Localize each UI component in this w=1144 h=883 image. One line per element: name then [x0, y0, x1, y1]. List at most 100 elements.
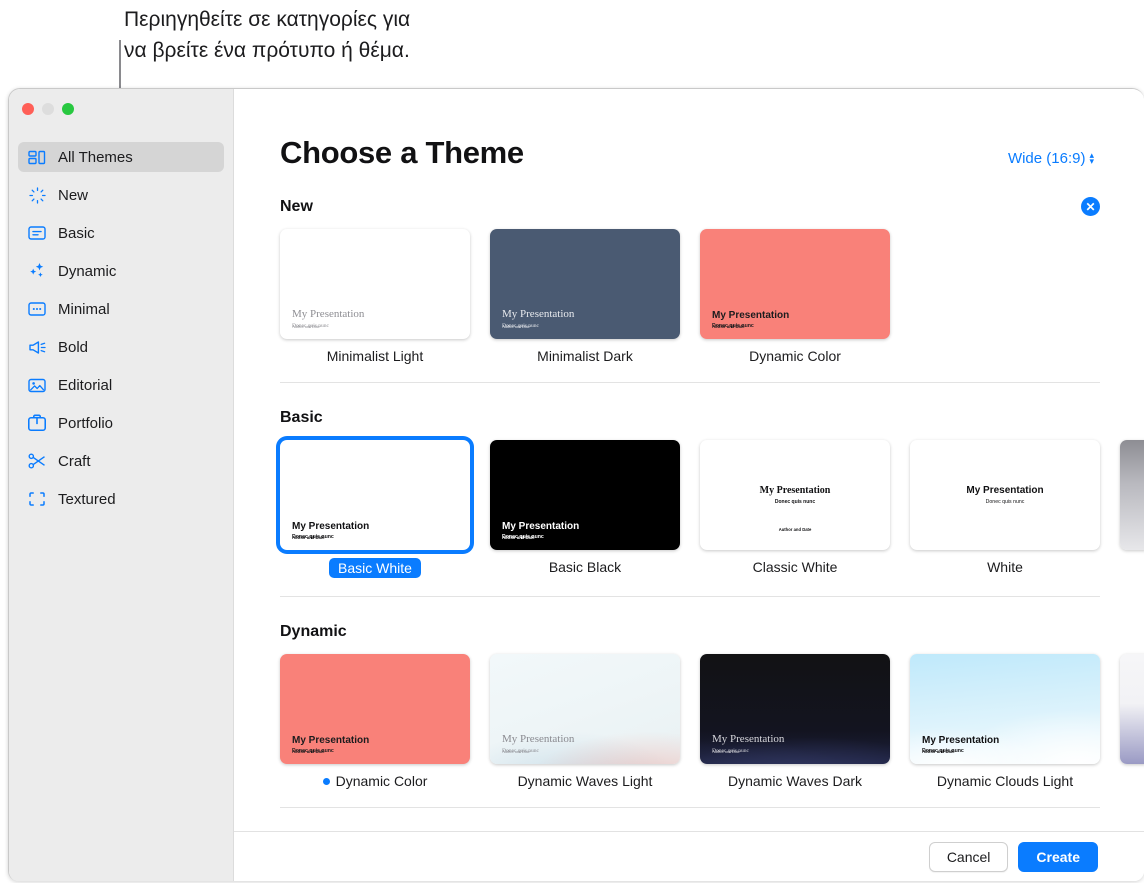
scissors-icon: [27, 451, 47, 471]
basic-card-icon: [27, 223, 47, 243]
theme-label: White: [987, 559, 1023, 575]
theme-row: My Presentation Donec quis nunc Author a…: [280, 229, 1144, 364]
theme-row: My Presentation Donec quis nunc Author a…: [280, 440, 1144, 578]
theme-thumbnail[interactable]: My Presentation Donec quis nunc Author a…: [280, 229, 470, 339]
slide-title: My Presentation: [502, 308, 575, 321]
close-circle-icon[interactable]: ✕: [1081, 197, 1100, 216]
theme-thumbnail[interactable]: My Presentation Donec quis nunc Author a…: [700, 229, 890, 339]
slide-title: My Presentation: [712, 309, 790, 321]
theme-cell-basic-white[interactable]: My Presentation Donec quis nunc Author a…: [280, 440, 470, 578]
theme-thumbnail[interactable]: My Presentation Donec quis nunc Author a…: [490, 229, 680, 339]
section-header: Basic: [280, 409, 1144, 427]
minimal-dots-icon: [27, 299, 47, 319]
stepper-up-down-icon: ▴ ▾: [1089, 149, 1094, 166]
slide-subtitle: Donec quis nunc: [502, 323, 539, 329]
theme-name: White: [987, 559, 1023, 575]
theme-label: Basic Black: [549, 559, 621, 575]
theme-cell-classic-white[interactable]: My Presentation Donec quis nunc Author a…: [700, 440, 890, 578]
sidebar-item-all-themes[interactable]: All Themes: [18, 142, 224, 172]
theme-cell-dynamic-color[interactable]: My Presentation Donec quis nunc Author a…: [280, 654, 470, 789]
section-header: New ✕: [280, 197, 1144, 216]
slide-title: My Presentation: [966, 485, 1044, 497]
sidebar-item-craft[interactable]: Craft: [18, 446, 224, 476]
crop-frame-icon: [27, 489, 47, 509]
slide-title: My Presentation: [292, 520, 370, 532]
photo-icon: [27, 375, 47, 395]
section-header: Dynamic: [280, 623, 1144, 641]
theme-thumbnail[interactable]: My Presentation Donec quis nunc Author a…: [280, 440, 470, 550]
aspect-ratio-select[interactable]: Wide (16:9) ▴ ▾: [1008, 150, 1094, 167]
sidebar-category-list: All Themes New Basic Dynamic Minimal Bol…: [9, 132, 233, 514]
cancel-button[interactable]: Cancel: [928, 841, 1009, 872]
window-controls: [9, 98, 233, 132]
theme-thumbnail[interactable]: My Presentation Donec quis nunc Author a…: [490, 440, 680, 550]
theme-label: Minimalist Light: [327, 348, 423, 364]
theme-name: Dynamic Color: [335, 773, 428, 789]
slide-subtitle: Donec quis nunc: [292, 323, 329, 329]
section-new: New ✕ My Presentation Donec quis nunc Au…: [234, 197, 1144, 383]
theme-cell-minimalist-light[interactable]: My Presentation Donec quis nunc Author a…: [280, 229, 470, 364]
slide-subtitle: Donec quis nunc: [712, 323, 754, 329]
theme-cell-white[interactable]: My Presentation Donec quis nunc White: [910, 440, 1100, 578]
close-window-button[interactable]: [22, 103, 34, 115]
theme-thumbnail[interactable]: My Presentation Donec quis nunc Author a…: [280, 654, 470, 764]
theme-cell-minimalist-dark[interactable]: My Presentation Donec quis nunc Author a…: [490, 229, 680, 364]
section-divider: [280, 807, 1100, 808]
theme-cell-dynamic-waves-light[interactable]: My Presentation Donec quis nunc Author a…: [490, 654, 680, 789]
megaphone-icon: [27, 337, 47, 357]
sidebar-item-dynamic[interactable]: Dynamic: [18, 256, 224, 286]
slide-subtitle: Donec quis nunc: [922, 748, 964, 754]
section-dynamic: Dynamic My Presentation Donec quis nunc …: [234, 623, 1144, 808]
sidebar-item-bold[interactable]: Bold: [18, 332, 224, 362]
theme-label-selected: Basic White: [329, 558, 421, 578]
sidebar-item-label: Textured: [58, 490, 116, 508]
slide-title: My Presentation: [759, 485, 831, 497]
sidebar-item-label: Bold: [58, 338, 89, 356]
sidebar-item-basic[interactable]: Basic: [18, 218, 224, 248]
section-title: New: [280, 197, 313, 215]
sidebar-item-minimal[interactable]: Minimal: [18, 294, 224, 324]
zoom-window-button[interactable]: [62, 103, 74, 115]
theme-name: Basic Black: [548, 559, 622, 575]
aspect-ratio-value: Wide (16:9): [1007, 150, 1086, 167]
slide-title: My Presentation: [292, 734, 370, 746]
theme-thumbnail-partial[interactable]: [1120, 654, 1144, 764]
sidebar-item-textured[interactable]: Textured: [18, 484, 224, 514]
theme-label: Minimalist Dark: [537, 348, 633, 364]
section-divider: [280, 596, 1100, 597]
theme-label: Dynamic Waves Dark: [728, 773, 862, 789]
theme-cell-dynamic-clouds-light[interactable]: My Presentation Donec quis nunc Author a…: [910, 654, 1100, 789]
theme-cell-dynamic-color[interactable]: My Presentation Donec quis nunc Author a…: [700, 229, 890, 364]
section-title: Basic: [280, 409, 323, 426]
theme-label: Dynamic Waves Light: [518, 773, 653, 789]
content-area: Choose a Theme Wide (16:9) ▴ ▾ New ✕ My …: [233, 89, 1144, 881]
slide-title: My Presentation: [712, 733, 785, 746]
theme-thumbnail[interactable]: My Presentation Donec quis nunc: [910, 440, 1100, 550]
sidebar-item-editorial[interactable]: Editorial: [18, 370, 224, 400]
theme-label: Classic White: [753, 559, 838, 575]
sidebar-item-label: Dynamic: [58, 262, 117, 280]
sparkles-icon: [27, 261, 47, 281]
sidebar-item-new[interactable]: New: [18, 180, 224, 210]
all-themes-icon: [27, 147, 47, 167]
briefcase-icon: [28, 414, 47, 431]
sidebar-item-portfolio[interactable]: Portfolio: [18, 408, 224, 438]
theme-cell-basic-black[interactable]: My Presentation Donec quis nunc Author a…: [490, 440, 680, 578]
slide-subtitle: Donec quis nunc: [712, 748, 749, 754]
theme-name: Basic White: [338, 560, 412, 576]
theme-label: Dynamic Clouds Light: [937, 773, 1073, 789]
theme-thumbnail[interactable]: My Presentation Donec quis nunc Author a…: [490, 654, 680, 764]
minimize-window-button[interactable]: [42, 103, 54, 115]
slide-subtitle: Donec quis nunc: [502, 534, 544, 540]
theme-thumbnail[interactable]: My Presentation Donec quis nunc Author a…: [700, 440, 890, 550]
theme-scroll-region[interactable]: Choose a Theme Wide (16:9) ▴ ▾ New ✕ My …: [234, 89, 1144, 831]
theme-cell-dynamic-waves-dark[interactable]: My Presentation Donec quis nunc Author a…: [700, 654, 890, 789]
theme-thumbnail[interactable]: My Presentation Donec quis nunc Author a…: [700, 654, 890, 764]
sidebar-item-label: Editorial: [58, 376, 113, 394]
theme-thumbnail[interactable]: My Presentation Donec quis nunc Author a…: [910, 654, 1100, 764]
theme-thumbnail-partial[interactable]: [1120, 440, 1144, 550]
theme-name: Dynamic Waves Light: [517, 773, 653, 789]
theme-chooser-window: All Themes New Basic Dynamic Minimal Bol…: [8, 88, 1144, 881]
content-header: Choose a Theme Wide (16:9) ▴ ▾: [234, 89, 1144, 171]
create-button[interactable]: Create: [1018, 841, 1098, 872]
